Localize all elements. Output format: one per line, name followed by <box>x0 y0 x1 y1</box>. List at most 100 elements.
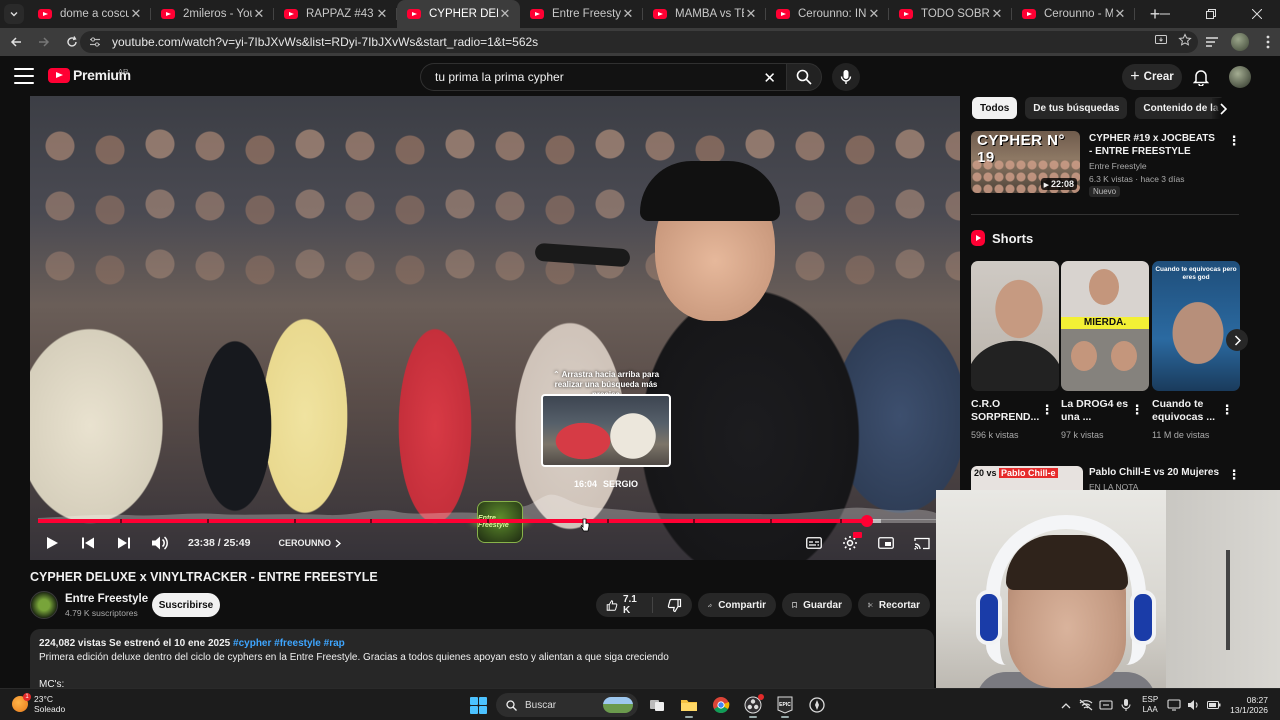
close-tab-icon[interactable]: ✕ <box>990 6 1004 22</box>
short-title[interactable]: C.R.O SORPREND... <box>971 398 1043 424</box>
scrubber-handle[interactable] <box>860 515 873 527</box>
browser-tab[interactable]: 2mileros - YouTube✕ <box>151 0 274 28</box>
browser-tab[interactable]: Cerounno: INÉDITO |✕ <box>766 0 889 28</box>
speaker-icon[interactable] <box>1184 695 1204 715</box>
dislike-button[interactable] <box>659 598 692 613</box>
play-button[interactable] <box>34 528 70 558</box>
short-thumbnail[interactable] <box>971 261 1059 391</box>
browser-tab[interactable]: TODO SOBRE LA N✕ <box>889 0 1012 28</box>
recommended-video-channel[interactable]: Entre Freestyle <box>1089 161 1147 171</box>
address-bar[interactable]: youtube.com/watch?v=yi-7IbJXvWs&list=RDy… <box>80 31 1198 53</box>
language-indicator[interactable]: ESP LAA <box>1142 695 1158 715</box>
chapter-button[interactable]: CEROUNNO <box>278 538 341 548</box>
notifications-button[interactable] <box>1190 66 1212 88</box>
video-player[interactable]: ⌃ Arrastra hacia arriba para realizar un… <box>30 96 960 560</box>
recommended-video-title[interactable]: Pablo Chill-E vs 20 Mujeres <box>1089 467 1219 478</box>
create-button[interactable]: + Crear <box>1122 64 1182 90</box>
restore-button[interactable] <box>1188 0 1234 28</box>
browser-tab[interactable]: RAPPAZ #43 • CU✕ <box>274 0 397 28</box>
shorts-next-button[interactable] <box>1226 329 1248 351</box>
taskbar-search[interactable]: Buscar <box>496 693 638 717</box>
network-icon[interactable] <box>1076 695 1096 715</box>
recommended-video-meta: 6.3 K vistas · hace 3 días <box>1089 174 1185 184</box>
miniplayer-button[interactable] <box>868 528 904 558</box>
weather-widget[interactable]: 1 23°C Soleado <box>12 693 65 714</box>
browser-tab[interactable]: dome a coscu y maz✕ <box>28 0 151 28</box>
sync-icon[interactable] <box>1096 695 1116 715</box>
file-explorer-button[interactable] <box>676 692 702 718</box>
recommended-video-thumbnail[interactable]: CYPHER N° 19 ▶ 22:08 <box>971 131 1080 193</box>
subtitles-button[interactable] <box>796 528 832 558</box>
subscribe-button[interactable]: Suscribirse <box>152 593 220 617</box>
chips-next-button[interactable] <box>1212 98 1234 120</box>
browser-tab[interactable]: Entre Freestyle - You✕ <box>520 0 643 28</box>
clear-search-icon[interactable]: ✕ <box>763 69 776 87</box>
close-tab-icon[interactable]: ✕ <box>621 6 635 22</box>
clock[interactable]: 08:27 13/1/2026 <box>1230 695 1268 715</box>
more-vert-icon[interactable]: ⋮ <box>1041 402 1054 418</box>
chrome-button[interactable] <box>708 692 734 718</box>
microphone-icon[interactable] <box>1116 695 1136 715</box>
browser-tab[interactable]: MAMBA vs TEGO - FI✕ <box>643 0 766 28</box>
site-info-icon[interactable] <box>88 35 102 49</box>
short-title[interactable]: Cuando te equivocas ... <box>1152 398 1224 424</box>
start-button[interactable] <box>466 693 490 717</box>
next-button[interactable] <box>106 528 142 558</box>
back-button[interactable] <box>4 30 28 54</box>
seek-preview-label: 16:04 SERGIO <box>541 479 671 489</box>
chip-from-searches[interactable]: De tus búsquedas <box>1025 97 1128 119</box>
profile-button[interactable] <box>1228 30 1252 54</box>
browser-tab-active[interactable]: CYPHER DELUXE x VI✕ <box>397 0 520 28</box>
minimize-button[interactable] <box>1142 0 1188 28</box>
progress-bar[interactable] <box>38 515 944 527</box>
battery-icon[interactable] <box>1204 695 1224 715</box>
task-view-button[interactable] <box>644 692 670 718</box>
show-hidden-icons-button[interactable] <box>1056 695 1076 715</box>
close-tab-icon[interactable]: ✕ <box>375 6 389 22</box>
browser-tab[interactable]: Cerounno - Me curo✕ <box>1012 0 1135 28</box>
save-button[interactable]: Guardar <box>782 593 852 617</box>
voice-search-button[interactable] <box>832 63 860 91</box>
tab-search-button[interactable] <box>4 4 24 24</box>
cast-button[interactable] <box>904 528 940 558</box>
app-button[interactable] <box>804 692 830 718</box>
install-app-icon[interactable] <box>1154 33 1168 50</box>
channel-name[interactable]: Entre Freestyle <box>65 593 148 605</box>
close-tab-icon[interactable]: ✕ <box>252 6 266 22</box>
more-vert-icon[interactable]: ⋮ <box>1221 402 1234 418</box>
close-window-button[interactable] <box>1234 0 1280 28</box>
chip-all[interactable]: Todos <box>972 97 1018 119</box>
more-vert-icon[interactable]: ⋮ <box>1228 467 1241 483</box>
channel-avatar[interactable] <box>30 591 58 619</box>
close-tab-icon[interactable]: ✕ <box>129 6 143 22</box>
browser-menu-button[interactable] <box>1256 30 1280 54</box>
clip-button[interactable]: Recortar <box>858 593 930 617</box>
forward-button[interactable] <box>32 30 56 54</box>
account-avatar[interactable] <box>1229 66 1251 88</box>
close-tab-icon[interactable]: ✕ <box>744 6 758 22</box>
close-tab-icon[interactable]: ✕ <box>498 6 512 22</box>
short-thumbnail[interactable]: MIERDA. <box>1061 261 1149 391</box>
more-vert-icon[interactable]: ⋮ <box>1131 402 1144 418</box>
close-tab-icon[interactable]: ✕ <box>867 6 881 22</box>
reading-list-button[interactable] <box>1200 30 1224 54</box>
more-vert-icon[interactable]: ⋮ <box>1228 133 1241 149</box>
like-button[interactable]: 7.1 K <box>596 594 653 616</box>
close-tab-icon[interactable]: ✕ <box>1113 6 1127 22</box>
display-icon[interactable] <box>1164 695 1184 715</box>
obs-button[interactable] <box>740 692 766 718</box>
menu-hamburger-icon[interactable] <box>14 68 34 84</box>
settings-button[interactable] <box>832 528 868 558</box>
epic-games-button[interactable]: EPIC <box>772 692 798 718</box>
share-button[interactable]: Compartir <box>698 593 776 617</box>
search-button[interactable] <box>786 63 822 91</box>
hashtags[interactable]: #cypher #freestyle #rap <box>233 638 345 649</box>
previous-button[interactable] <box>70 528 106 558</box>
mute-button[interactable] <box>142 528 178 558</box>
recommended-video-title[interactable]: CYPHER #19 x JOCBEATS - ENTRE FREESTYLE <box>1089 132 1219 158</box>
search-input[interactable]: tu prima la prima cypher ✕ <box>420 63 786 91</box>
thumbnail-text: 20 vs Pablo Chill-e <box>974 468 1058 478</box>
short-thumbnail[interactable]: Cuando te equivocas pero eres god <box>1152 261 1240 391</box>
short-title[interactable]: La DROG4 es una ... <box>1061 398 1133 424</box>
bookmark-star-icon[interactable] <box>1178 33 1192 50</box>
